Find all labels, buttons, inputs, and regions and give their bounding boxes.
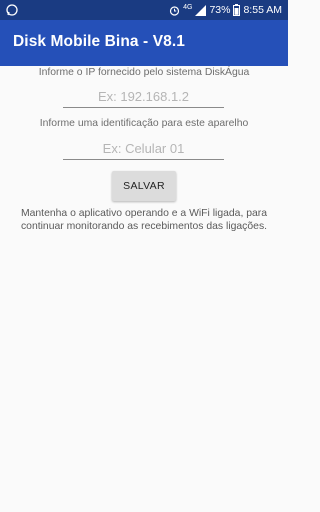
ip-label: Informe o IP fornecido pelo sistema Disk… (38, 67, 250, 78)
save-button[interactable]: SALVAR (112, 171, 176, 201)
app-title: Disk Mobile Bina - V8.1 (13, 33, 185, 50)
status-bar: 4G 73% 8:55 AM (0, 0, 288, 20)
ip-input[interactable] (63, 86, 224, 108)
clock: 8:55 AM (243, 4, 282, 16)
id-label: Informe uma identificação para este apar… (39, 118, 249, 129)
info-message: Mantenha o aplicativo operando e a WiFi … (20, 208, 268, 232)
alarm-icon (169, 5, 180, 16)
signal-icon (195, 4, 207, 16)
app-bar: Disk Mobile Bina - V8.1 (0, 20, 288, 66)
lte-icon: 4G (183, 4, 193, 11)
whatsapp-icon (5, 3, 19, 17)
battery-percent: 73% (209, 4, 231, 16)
battery-icon (233, 4, 241, 16)
device-id-input[interactable] (63, 138, 224, 160)
